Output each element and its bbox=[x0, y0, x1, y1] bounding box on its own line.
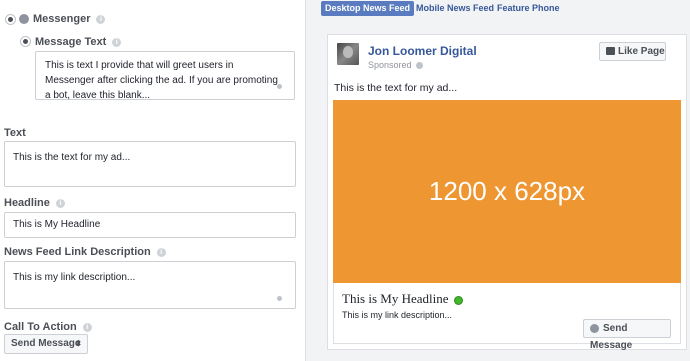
text-label: Text bbox=[4, 127, 26, 139]
headline-label: Headline bbox=[4, 197, 50, 209]
ad-editor-panel: Messenger i Message Text i This is text I … bbox=[0, 0, 305, 361]
text-field[interactable]: This is the text for my ad... bbox=[4, 141, 296, 187]
headline-label-row: Headline i bbox=[4, 197, 65, 209]
ad-link-block[interactable]: This is My Headline This is my link desc… bbox=[333, 283, 681, 351]
headline-value: This is My Headline bbox=[13, 219, 101, 230]
cta-label-row: Call To Action i bbox=[4, 321, 92, 333]
link-description-counter-dot bbox=[277, 296, 282, 301]
cta-select-value: Send Message bbox=[11, 338, 81, 349]
link-description-value: This is my link description... bbox=[13, 272, 136, 283]
like-page-label: Like Page bbox=[618, 46, 665, 57]
cta-label: Call To Action bbox=[4, 321, 77, 333]
tab-desktop-news-feed[interactable]: Desktop News Feed bbox=[321, 1, 415, 16]
send-message-button[interactable]: Send Message bbox=[583, 319, 671, 351]
messenger-label: Messenger bbox=[33, 13, 91, 25]
page-avatar[interactable] bbox=[337, 43, 359, 65]
ad-headline: This is My Headline bbox=[342, 291, 449, 306]
message-text-field[interactable]: This is text I provide that will greet u… bbox=[35, 51, 295, 101]
messenger-icon bbox=[19, 14, 29, 24]
sponsored-label: Sponsored bbox=[368, 60, 424, 70]
like-page-button[interactable]: Like Page bbox=[599, 42, 666, 61]
message-text-label-row: Message Text i bbox=[35, 36, 122, 48]
text-value: This is the text for my ad... bbox=[13, 152, 131, 163]
green-status-icon bbox=[453, 295, 463, 305]
messenger-label-row: Messenger i bbox=[33, 13, 106, 25]
call-to-action-select[interactable]: Send Message ⬍ bbox=[4, 334, 88, 354]
ad-image[interactable]: 1200 x 628px bbox=[333, 100, 681, 283]
image-size-label: 1200 x 628px bbox=[428, 176, 586, 206]
tab-mobile-news-feed[interactable]: Mobile News Feed bbox=[416, 1, 494, 16]
info-icon[interactable]: i bbox=[55, 198, 65, 208]
tab-feature-phone[interactable]: Feature Phone bbox=[497, 1, 560, 16]
link-description-field[interactable]: This is my link description... bbox=[4, 261, 296, 309]
ad-preview-card: Jon Loomer Digital Sponsored Like Page T… bbox=[327, 34, 687, 351]
headline-field[interactable]: This is My Headline bbox=[4, 212, 296, 238]
messenger-radio[interactable] bbox=[5, 14, 16, 25]
page-name[interactable]: Jon Loomer Digital bbox=[368, 44, 477, 58]
link-desc-label-row: News Feed Link Description i bbox=[4, 246, 166, 258]
info-icon[interactable]: i bbox=[82, 322, 92, 332]
message-text-label: Message Text bbox=[35, 36, 107, 48]
ad-headline-row: This is My Headline bbox=[342, 291, 463, 307]
info-icon[interactable]: i bbox=[156, 247, 166, 257]
link-desc-label: News Feed Link Description bbox=[4, 246, 151, 258]
sponsored-text: Sponsored bbox=[368, 60, 412, 70]
message-text-value: This is text I provide that will greet u… bbox=[45, 60, 278, 101]
ad-primary-text: This is the text for my ad... bbox=[334, 82, 458, 94]
info-icon[interactable]: i bbox=[96, 14, 106, 24]
info-icon[interactable]: i bbox=[112, 37, 122, 47]
message-text-radio[interactable] bbox=[20, 36, 31, 47]
select-arrows-icon: ⬍ bbox=[75, 339, 82, 348]
ad-link-description: This is my link description... bbox=[342, 310, 453, 320]
thumbs-up-icon bbox=[606, 47, 615, 56]
ad-preview-panel: Desktop News Feed Mobile News Feed Featu… bbox=[306, 0, 690, 361]
globe-icon bbox=[416, 62, 424, 70]
messenger-icon bbox=[590, 323, 599, 333]
message-text-counter-dot bbox=[277, 84, 282, 89]
